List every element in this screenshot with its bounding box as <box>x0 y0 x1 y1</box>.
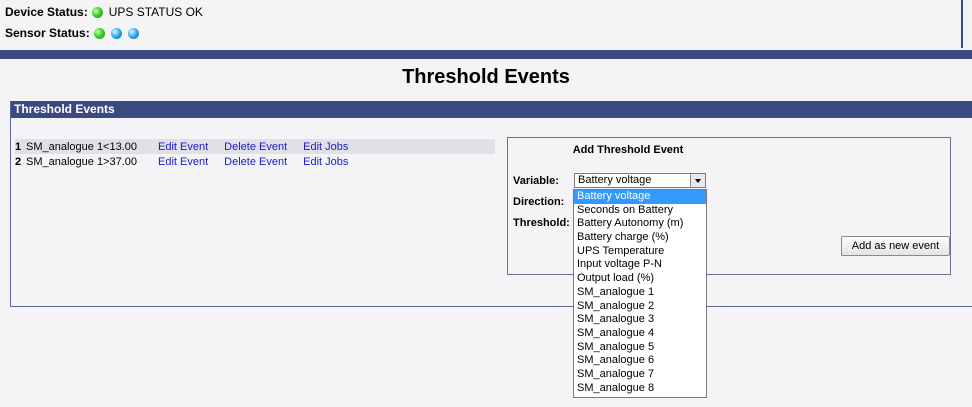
dropdown-option[interactable]: Output load (%) <box>574 272 706 286</box>
variable-select[interactable]: Battery voltage <box>574 173 706 188</box>
green-status-icon <box>91 6 103 18</box>
event-list: 1 SM_analogue 1<13.00 Edit Event Delete … <box>15 139 495 169</box>
delete-event-link[interactable]: Delete Event <box>224 156 287 168</box>
chevron-down-icon[interactable] <box>690 174 705 187</box>
dropdown-option[interactable]: SM_analogue 8 <box>574 382 706 396</box>
dropdown-option[interactable]: Battery charge (%) <box>574 231 706 245</box>
threshold-label: Threshold: <box>513 217 570 229</box>
header-divider-bar <box>0 50 972 59</box>
green-status-icon <box>93 27 105 39</box>
dropdown-option[interactable]: SM_analogue 7 <box>574 368 706 382</box>
dropdown-option[interactable]: Battery voltage <box>574 190 706 204</box>
dropdown-option[interactable]: Input voltage P-N <box>574 258 706 272</box>
event-number: 1 <box>15 140 22 153</box>
sensor-status: Sensor Status: <box>5 26 145 40</box>
edit-jobs-link[interactable]: Edit Jobs <box>303 156 348 168</box>
blue-status-icon <box>127 27 139 39</box>
device-status-label: Device Status: <box>5 5 88 19</box>
event-name: SM_analogue 1>37.00 <box>26 155 138 168</box>
device-status: Device Status: UPS STATUS OK <box>5 5 203 19</box>
event-name: SM_analogue 1<13.00 <box>26 140 138 153</box>
dropdown-option[interactable]: SM_analogue 1 <box>574 286 706 300</box>
dropdown-option[interactable]: SM_analogue 5 <box>574 341 706 355</box>
threshold-events-panel: Threshold Events 1 SM_analogue 1<13.00 E… <box>10 101 972 307</box>
status-area: Device Status: UPS STATUS OK Sensor Stat… <box>0 0 963 48</box>
page-title: Threshold Events <box>402 66 570 88</box>
event-number: 2 <box>15 155 22 168</box>
dropdown-option[interactable]: SM_analogue 4 <box>574 327 706 341</box>
variable-label: Variable: <box>513 175 559 187</box>
dropdown-option[interactable]: SM_analogue 3 <box>574 313 706 327</box>
edit-event-link[interactable]: Edit Event <box>158 141 208 153</box>
variable-dropdown-list: Battery voltage Seconds on Battery Batte… <box>573 189 707 398</box>
dropdown-option[interactable]: SM_analogue 6 <box>574 354 706 368</box>
dropdown-option[interactable]: Seconds on Battery <box>574 204 706 218</box>
device-status-text: UPS STATUS OK <box>108 5 203 19</box>
event-row: 2 SM_analogue 1>37.00 Edit Event Delete … <box>15 154 495 169</box>
sensor-status-label: Sensor Status: <box>5 26 90 40</box>
variable-select-value: Battery voltage <box>578 174 652 186</box>
direction-label: Direction: <box>513 196 565 208</box>
dropdown-option[interactable]: Battery Autonomy (m) <box>574 217 706 231</box>
delete-event-link[interactable]: Delete Event <box>224 141 287 153</box>
add-form-title: Add Threshold Event <box>572 144 684 156</box>
edit-event-link[interactable]: Edit Event <box>158 156 208 168</box>
dropdown-option[interactable]: UPS Temperature <box>574 245 706 259</box>
add-event-button[interactable]: Add as new event <box>841 236 950 256</box>
blue-status-icon <box>110 27 122 39</box>
dropdown-option[interactable]: SM_analogue 2 <box>574 300 706 314</box>
event-row: 1 SM_analogue 1<13.00 Edit Event Delete … <box>15 139 495 154</box>
edit-jobs-link[interactable]: Edit Jobs <box>303 141 348 153</box>
panel-header: Threshold Events <box>11 101 972 118</box>
